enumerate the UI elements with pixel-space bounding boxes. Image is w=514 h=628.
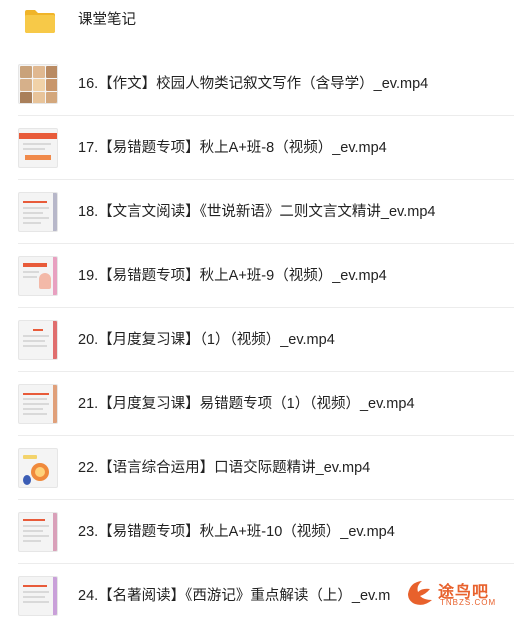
file-row[interactable]: 22.【语言综合运用】口语交际题精讲_ev.mp4 [0,436,514,500]
video-thumbnail-icon [18,576,58,616]
folder-icon [25,10,55,33]
file-name: 18.【文言文阅读】《世说新语》二则文言文精讲_ev.mp4 [78,204,436,220]
file-name: 22.【语言综合运用】口语交际题精讲_ev.mp4 [78,460,371,476]
file-row[interactable]: 18.【文言文阅读】《世说新语》二则文言文精讲_ev.mp4 [0,180,514,244]
video-thumbnail-icon [18,192,58,232]
file-list: 课堂笔记 16.【作文】校园人物类记叙文写作（含导学）_ev.mp4 17.【易… [0,0,514,618]
folder-row[interactable]: 课堂笔记 [0,0,514,44]
file-row[interactable]: 19.【易错题专项】秋上A+班-9（视频）_ev.mp4 [0,244,514,308]
video-thumbnail-icon [18,320,58,360]
watermark: 途鸟吧 TNBZS.COM [404,576,508,612]
video-thumbnail-icon [18,256,58,296]
file-row[interactable]: 17.【易错题专项】秋上A+班-8（视频）_ev.mp4 [0,116,514,180]
video-thumbnail-icon [18,448,58,488]
video-thumbnail-icon [18,384,58,424]
video-thumbnail-icon [18,512,58,552]
file-row[interactable]: 20.【月度复习课】（1）（视频）_ev.mp4 [0,308,514,372]
file-name: 21.【月度复习课】易错题专项（1）（视频）_ev.mp4 [78,396,415,412]
file-name: 23.【易错题专项】秋上A+班-10（视频）_ev.mp4 [78,524,395,540]
file-row[interactable]: 16.【作文】校园人物类记叙文写作（含导学）_ev.mp4 [0,52,514,116]
bird-logo-icon [408,581,432,605]
file-name: 17.【易错题专项】秋上A+班-8（视频）_ev.mp4 [78,140,387,156]
file-name: 20.【月度复习课】（1）（视频）_ev.mp4 [78,332,335,348]
file-name: 16.【作文】校园人物类记叙文写作（含导学）_ev.mp4 [78,76,429,92]
video-thumbnail-icon [18,64,58,104]
file-name: 24.【名著阅读】《西游记》重点解读（上）_ev.m [78,588,391,604]
video-thumbnail-icon [18,128,58,168]
file-row[interactable]: 21.【月度复习课】易错题专项（1）（视频）_ev.mp4 [0,372,514,436]
file-name: 19.【易错题专项】秋上A+班-9（视频）_ev.mp4 [78,268,387,284]
file-row[interactable]: 23.【易错题专项】秋上A+班-10（视频）_ev.mp4 [0,500,514,564]
watermark-subtext: TNBZS.COM [440,598,497,607]
folder-name: 课堂笔记 [78,12,136,28]
